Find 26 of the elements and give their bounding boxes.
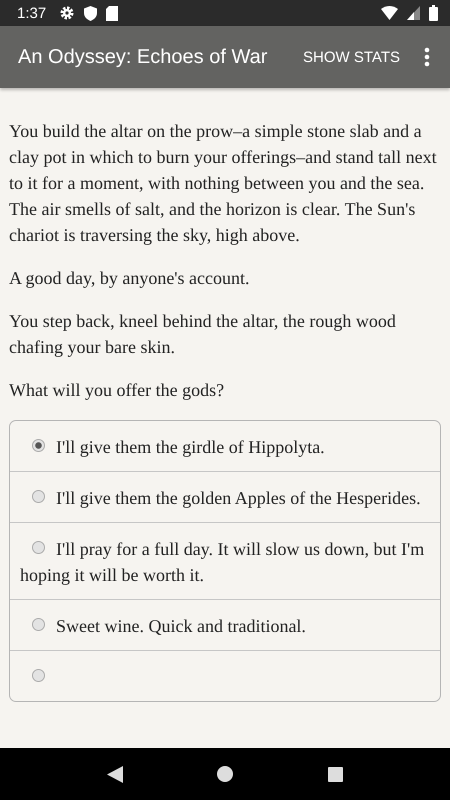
shield-icon xyxy=(84,6,98,20)
battery-icon xyxy=(429,5,438,21)
signal-icon xyxy=(407,6,420,20)
choice-option[interactable]: I'll pray for a full day. It will slow us down, but I'm hoping it will be worth it. xyxy=(10,522,440,599)
show-stats-button[interactable]: SHOW STATS xyxy=(297,44,406,70)
story-paragraph: A good day, by anyone's account. xyxy=(9,267,251,290)
back-icon[interactable] xyxy=(107,766,124,782)
recents-icon[interactable] xyxy=(328,766,343,782)
more-options-icon[interactable] xyxy=(424,47,430,67)
choice-option[interactable]: Sweet wine. Quick and traditional. xyxy=(10,599,440,650)
story-paragraph: You build the altar on the prow–a simple stone slab and a clay pot in which to burn your offerings–and stand tall next to it for a moment, with nothing between you and the sea. The air smells of salt, and the horizon is clear. The Sun's chariot is traversing the sky, high above. xyxy=(9,120,438,247)
home-icon[interactable] xyxy=(217,766,234,782)
radio-button[interactable] xyxy=(32,439,45,452)
story-paragraph: What will you offer the gods? xyxy=(9,379,226,402)
wifi-icon xyxy=(381,6,398,20)
choice-option[interactable]: I'll give them the golden Apples of the Hesperides. xyxy=(10,471,440,522)
radio-button[interactable] xyxy=(32,541,45,554)
sd-card-icon xyxy=(106,6,118,20)
choice-option[interactable]: I'll give them the girdle of Hippolyta. xyxy=(10,421,440,471)
radio-button[interactable] xyxy=(32,618,45,631)
story-paragraph: You step back, kneel behind the altar, the rough wood chafing your bare skin. xyxy=(9,310,397,359)
clock: 1:37 xyxy=(17,4,46,22)
radio-button[interactable] xyxy=(32,669,45,682)
app-title: An Odyssey: Echoes of War xyxy=(18,46,268,68)
gear-icon xyxy=(59,5,76,21)
radio-button[interactable] xyxy=(32,490,45,503)
